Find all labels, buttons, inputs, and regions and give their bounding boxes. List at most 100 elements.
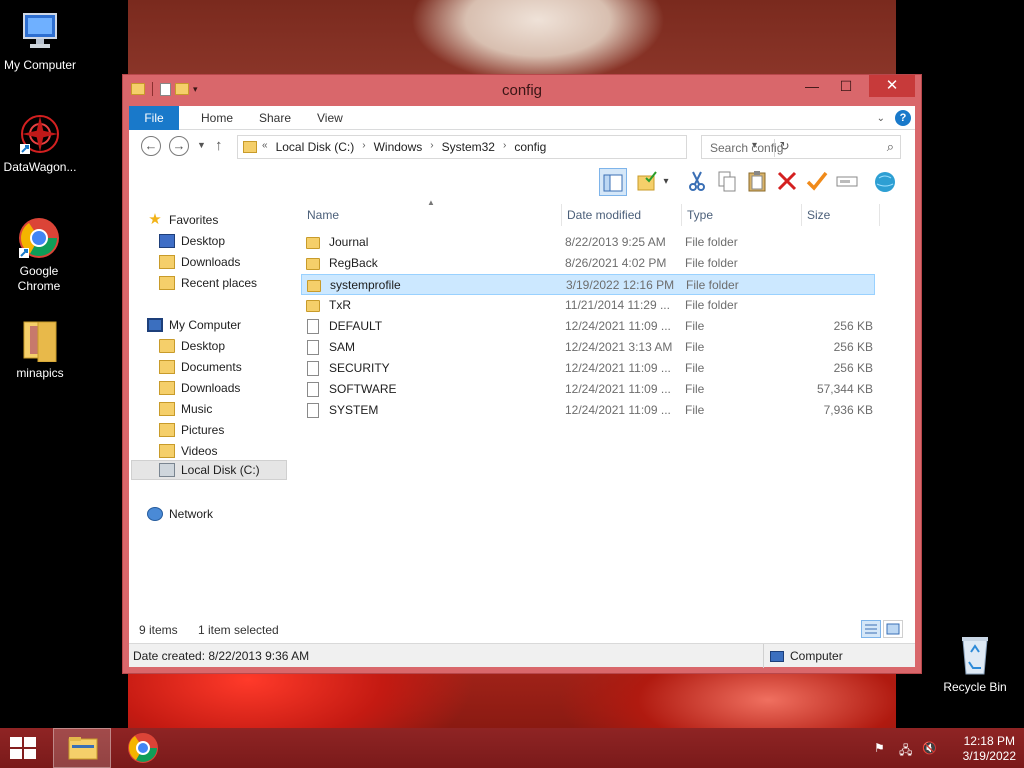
desktop-icon-google-chrome[interactable]: Google Chrome [0, 216, 79, 294]
chevron-right-icon[interactable]: › [362, 140, 365, 154]
copy-icon[interactable] [713, 168, 741, 196]
tab-view[interactable]: View [317, 106, 343, 130]
breadcrumb-system32[interactable]: System32 [442, 140, 495, 154]
pictures-icon [159, 423, 175, 437]
breadcrumb-windows[interactable]: Windows [374, 140, 423, 154]
windows-logo-icon [10, 737, 22, 747]
computer-icon [147, 318, 163, 332]
zone-indicator: Computer [763, 644, 843, 668]
file-row[interactable]: SOFTWARE 12/24/2021 11:09 ... File 57,344 K… [301, 379, 875, 400]
maximize-button[interactable]: ☐ [831, 75, 861, 97]
desktop-icon-label: My Computer [3, 58, 77, 72]
title-bar[interactable]: ▾ config — ☐ ✕ [123, 75, 921, 105]
nav-network[interactable]: Network [147, 504, 213, 524]
breadcrumb-config[interactable]: config [514, 140, 546, 154]
file-row[interactable]: systemprofile 3/19/2022 12:16 PM File fold… [301, 274, 875, 295]
tab-home[interactable]: Home [201, 106, 233, 130]
file-name: DEFAULT [329, 319, 383, 333]
folder-check-icon[interactable] [633, 168, 661, 196]
nav-favorites[interactable]: ★ Favorites [147, 210, 218, 230]
breadcrumb-overflow[interactable]: « [262, 140, 268, 154]
column-header-type[interactable]: Type [687, 202, 713, 228]
address-bar[interactable]: « Local Disk (C:) › Windows › System32 ›… [237, 135, 790, 159]
start-button[interactable] [10, 737, 38, 761]
expand-ribbon-icon[interactable]: ⌄ [877, 113, 885, 124]
paste-icon[interactable] [743, 168, 771, 196]
file-row[interactable]: RegBack 8/26/2021 4:02 PM File folder [301, 253, 875, 274]
file-row[interactable]: SYSTEM 12/24/2021 11:09 ... File 7,936 KB [301, 400, 875, 421]
chevron-right-icon[interactable]: › [503, 140, 506, 154]
file-name: SAM [329, 340, 356, 354]
file-name: RegBack [329, 256, 378, 270]
volume-muted-icon[interactable]: 🔇 [922, 741, 937, 755]
file-date: 12/24/2021 11:09 ... [565, 319, 671, 333]
nav-fav-desktop[interactable]: Desktop [159, 231, 225, 251]
rename-icon[interactable] [833, 168, 861, 196]
nav-fav-recent-places[interactable]: Recent places [159, 273, 257, 293]
datawagon-icon [18, 112, 62, 156]
search-box[interactable]: Search config ⌕ [701, 135, 901, 159]
nav-fav-downloads[interactable]: Downloads [159, 252, 240, 272]
tab-file[interactable]: File [129, 106, 179, 130]
taskbar-file-explorer[interactable] [53, 728, 111, 768]
navigation-pane: ★ Favorites Desktop Downloads Recent pla… [129, 202, 289, 607]
nav-pc-desktop[interactable]: Desktop [159, 336, 225, 356]
close-button[interactable]: ✕ [869, 75, 915, 97]
action-center-flag-icon[interactable]: ⚑ [874, 741, 885, 755]
explorer-window[interactable]: ▾ config — ☐ ✕ File Home Share View ⌄ ? … [122, 74, 922, 674]
nav-local-disk[interactable]: Local Disk (C:) [131, 460, 287, 480]
column-header-size[interactable]: Size [807, 202, 830, 228]
file-type: File [685, 340, 705, 354]
file-row[interactable]: SECURITY 12/24/2021 11:09 ... File 256 KB [301, 358, 875, 379]
nav-pc-downloads[interactable]: Downloads [159, 378, 240, 398]
help-icon[interactable]: ? [895, 110, 911, 126]
large-icons-view-button[interactable] [883, 620, 903, 638]
nav-my-computer[interactable]: My Computer [147, 315, 241, 335]
desktop-icon-label: DataWagon... [3, 160, 77, 174]
star-icon: ★ [148, 211, 162, 228]
file-type: File [685, 382, 705, 396]
recent-locations-icon[interactable]: ▼ [197, 140, 206, 150]
network-status-icon[interactable]: 🖧 [899, 741, 912, 762]
desktop-icon-my-computer[interactable]: My Computer [0, 10, 80, 73]
file-row[interactable]: TxR 11/21/2014 11:29 ... File folder [301, 295, 875, 316]
file-name: TxR [329, 298, 351, 312]
nav-pc-videos[interactable]: Videos [159, 441, 217, 461]
nav-pc-pictures[interactable]: Pictures [159, 420, 224, 440]
details-view-button[interactable] [861, 620, 881, 638]
file-row[interactable]: SAM 12/24/2021 3:13 AM File 256 KB [301, 337, 875, 358]
minimize-button[interactable]: — [797, 75, 827, 97]
breadcrumb-local-disk[interactable]: Local Disk (C:) [276, 140, 355, 154]
desktop-icon-recycle-bin[interactable]: Recycle Bin [935, 632, 1015, 695]
column-header-name[interactable]: Name [307, 202, 339, 228]
file-type: File folder [685, 235, 738, 249]
folder-icon [243, 141, 257, 153]
delete-icon[interactable] [773, 168, 801, 196]
clock-date: 3/19/2022 [962, 749, 1016, 763]
up-button[interactable]: ↑ [215, 137, 223, 154]
properties-check-icon[interactable] [803, 168, 831, 196]
chevron-down-icon[interactable]: ▾ [659, 168, 673, 196]
cut-icon[interactable] [683, 168, 711, 196]
tab-share[interactable]: Share [259, 106, 291, 130]
forward-button[interactable]: → [169, 136, 189, 156]
clock[interactable]: 12:18 PM 3/19/2022 [963, 734, 1016, 764]
nav-pc-music[interactable]: Music [159, 399, 212, 419]
desktop-icon-datawagon[interactable]: DataWagon... [0, 112, 80, 175]
chevron-right-icon[interactable]: › [430, 140, 433, 154]
file-row[interactable]: DEFAULT 12/24/2021 11:09 ... File 256 KB [301, 316, 875, 337]
navigation-bar: ← → ▼ ↑ « Local Disk (C:) › Windows › Sy… [129, 134, 915, 160]
details-bar: Date created: 8/22/2013 9:36 AM Computer [129, 643, 915, 668]
globe-icon[interactable] [871, 168, 899, 196]
file-date: 8/26/2021 4:02 PM [565, 256, 667, 270]
file-type: File folder [685, 298, 738, 312]
file-row[interactable]: Journal 8/22/2013 9:25 AM File folder [301, 232, 875, 253]
search-icon[interactable]: ⌕ [887, 139, 894, 155]
column-header-date[interactable]: Date modified [567, 202, 641, 228]
taskbar-chrome[interactable] [114, 728, 172, 768]
search-placeholder: Search config [710, 141, 784, 155]
desktop-icon-minapics[interactable]: minapics [0, 318, 80, 381]
preview-pane-button[interactable] [599, 168, 627, 196]
nav-pc-documents[interactable]: Documents [159, 357, 242, 377]
back-button[interactable]: ← [141, 136, 161, 156]
